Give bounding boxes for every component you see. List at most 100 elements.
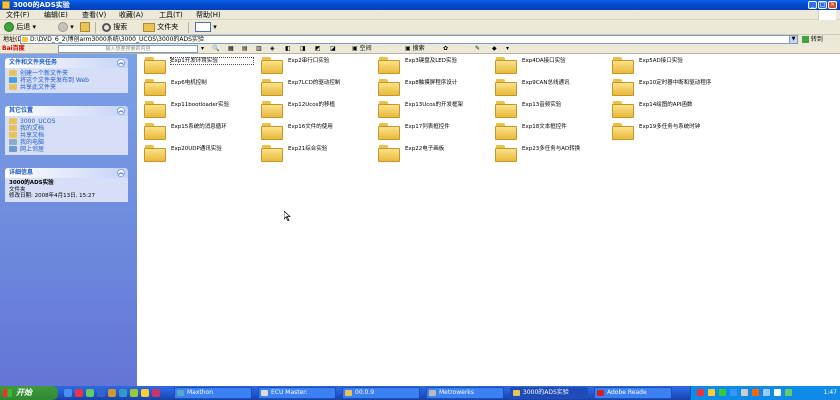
baidu-logo[interactable]: Bai百度 [2,44,25,54]
new-folder-link[interactable]: 创建一个新文件夹 [9,70,124,77]
folder-item[interactable]: Exp20UDP通讯实验 [137,142,255,166]
menu-help[interactable]: 帮助(H) [196,10,221,20]
baidu-tool-icon[interactable]: ◪ [330,44,336,54]
baidu-tool-icon[interactable]: ▾ [506,44,509,54]
quicklaunch-icon[interactable] [75,389,83,397]
maximize-button[interactable]: □ [818,1,827,9]
taskbar-task[interactable]: Adobe Reade [594,387,672,399]
baidu-pen-icon[interactable]: ✎ [475,44,480,54]
quicklaunch-icon[interactable] [97,389,105,397]
menu-view[interactable]: 查看(V) [82,10,106,20]
close-button[interactable]: × [828,1,837,9]
taskbar-task[interactable]: Metrowerks [426,387,504,399]
menu-favorites[interactable]: 收藏(A) [119,10,143,20]
folder-item[interactable]: Exp21综合实验 [254,142,372,166]
quicklaunch-icon[interactable] [152,389,160,397]
baidu-search-icon[interactable]: 🔍 [212,44,219,54]
quicklaunch-icon[interactable] [86,389,94,397]
baidu-news-icon[interactable]: ▦ [228,44,234,54]
search-button[interactable]: 搜索 [102,22,127,33]
quicklaunch-icon[interactable] [141,389,149,397]
forward-button[interactable]: ▾ [58,22,74,33]
place-shared-documents[interactable]: 共享文档 [9,132,124,139]
place-3000-ucos[interactable]: 3000_UCOS [9,118,124,125]
baidu-tool-icon[interactable]: ▥ [256,44,262,54]
folder-item[interactable]: Exp23多任务与AD转换 [488,142,606,166]
folder-item[interactable]: Exp2串行口实验 [254,54,372,78]
quicklaunch-icon[interactable] [108,389,116,397]
folder-item[interactable]: Exp4DA接口实验 [488,54,606,78]
folder-item[interactable]: Exp6电机控制 [137,76,255,100]
folder-item[interactable]: Exp7LCD的驱动控制 [254,76,372,100]
tray-icon[interactable] [697,389,704,396]
tray-icon[interactable] [708,389,715,396]
baidu-tool-icon[interactable]: ◈ [270,44,275,54]
address-field[interactable]: D:\DVD_6_2\博创arm3000系统\3000_UCOS\3000的AD… [20,35,798,44]
folder-item[interactable]: Exp18文本框控件 [488,120,606,144]
tray-icon[interactable] [741,389,748,396]
collapse-icon[interactable]: ︽ [117,107,125,115]
quicklaunch-icon[interactable] [64,389,72,397]
quicklaunch-icon[interactable] [119,389,127,397]
folder-item[interactable]: Exp1开发环境实验 [137,54,255,78]
folder-item[interactable]: Exp16文件的使用 [254,120,372,144]
tray-icon[interactable] [763,389,770,396]
tray-icon[interactable] [752,389,759,396]
folder-item[interactable]: Exp17列表框控件 [371,120,489,144]
baidu-search-input[interactable]: 输入想要搜索的内容 [58,45,198,53]
collapse-icon[interactable]: ︽ [117,59,125,67]
folder-item[interactable]: Exp13音频实验 [488,98,606,122]
file-tasks-header[interactable]: 文件和文件夹任务 ︽ [5,58,128,68]
folder-item[interactable]: Exp13Ucos的开发框架 [371,98,489,122]
folder-item[interactable]: Exp15系统的消息循环 [137,120,255,144]
network-icon[interactable] [785,389,792,396]
folder-item[interactable]: Exp12Ucos的移植 [254,98,372,122]
other-places-header[interactable]: 其它位置 ︽ [5,106,128,116]
chevron-down-icon[interactable]: ▼ [789,36,797,43]
menu-tools[interactable]: 工具(T) [159,10,183,20]
folder-item[interactable]: Exp11bootloader实验 [137,98,255,122]
publish-web-link[interactable]: 将这个文件夹发布到 Web [9,77,124,84]
baidu-tool-icon[interactable]: ◆ [492,44,497,54]
folder-item[interactable]: Exp19多任务与系统时钟 [605,120,723,144]
taskbar-task-active[interactable]: 3000的ADS实验 [510,387,588,399]
start-button[interactable]: 开始 [0,386,58,400]
folder-item[interactable]: Exp3键盘及LED实验 [371,54,489,78]
folder-item[interactable]: Exp9CAN总线通讯 [488,76,606,100]
baidu-tool-icon[interactable]: ◩ [315,44,321,54]
taskbar-task[interactable]: ECU Master: [258,387,336,399]
menu-file[interactable]: 文件(F) [6,10,30,20]
tray-icon[interactable] [730,389,737,396]
back-button[interactable]: 后退 ▾ [4,22,36,33]
folder-label: Exp13音频实验 [522,102,562,108]
tray-icon[interactable] [719,389,726,396]
views-button[interactable]: ▾ [195,22,217,33]
minimize-button[interactable]: _ [808,1,817,9]
details-header[interactable]: 详细信息 ︽ [5,168,128,178]
place-my-documents[interactable]: 我的文档 [9,125,124,132]
place-network[interactable]: 网上邻居 [9,146,124,153]
baidu-flower-icon[interactable]: ✿ [443,44,448,54]
taskbar-task[interactable]: Maxthon [174,387,252,399]
collapse-icon[interactable]: ︽ [117,169,125,177]
folder-item[interactable]: Exp14绘图的API函数 [605,98,723,122]
go-button[interactable]: 转到 [802,35,823,44]
baidu-tool-icon[interactable]: ◧ [285,44,291,54]
baidu-search-button[interactable]: ▣ 搜索 [405,44,425,54]
share-folder-link[interactable]: 共享此文件夹 [9,84,124,91]
folder-item[interactable]: Exp22电子画板 [371,142,489,166]
baidu-tool-icon[interactable]: ▤ [242,44,248,54]
place-my-computer[interactable]: 我的电脑 [9,139,124,146]
taskbar-task[interactable]: 00.0.9 [342,387,420,399]
quicklaunch-icon[interactable] [130,389,138,397]
menu-edit[interactable]: 编辑(E) [44,10,68,20]
baidu-space-button[interactable]: ▣ 空间 [352,44,372,54]
folder-item[interactable]: Exp8触摸屏程序设计 [371,76,489,100]
folders-button[interactable]: 文件夹 [143,22,178,33]
baidu-tool-icon[interactable]: ◨ [300,44,306,54]
folder-item[interactable]: Exp10定时器中断和驱动程序 [605,76,723,100]
baidu-dropdown-icon[interactable]: ▾ [201,44,204,54]
volume-icon[interactable] [774,389,781,396]
up-folder-button[interactable] [80,22,90,33]
folder-item[interactable]: Exp5AD接口实验 [605,54,723,78]
